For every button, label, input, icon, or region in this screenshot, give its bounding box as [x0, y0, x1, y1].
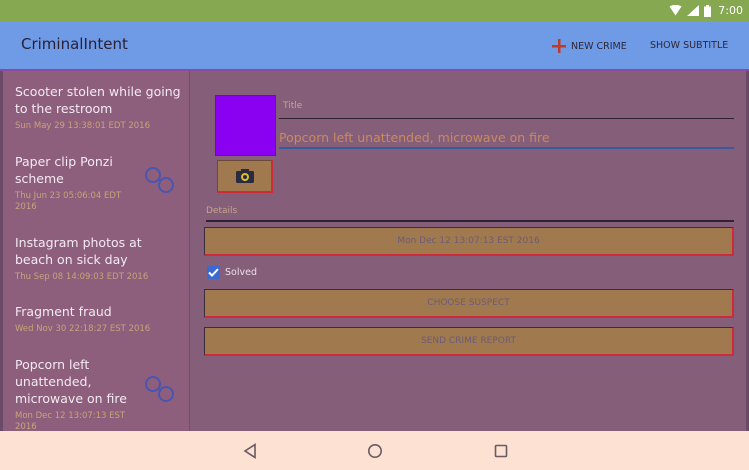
crime-title: Paper clip Ponzi scheme: [15, 154, 113, 186]
crime-list[interactable]: Scooter stolen while going to the restro…: [3, 71, 189, 431]
crime-title: Instagram photos at beach on sick day: [15, 235, 142, 267]
app-title: CriminalIntent: [21, 35, 128, 53]
handcuffs-icon: [145, 167, 174, 193]
crime-date: Mon Dec 12 13:07:13 EST 2016: [15, 411, 126, 431]
crime-date: Wed Nov 30 22:18:27 EST 2016: [15, 324, 151, 334]
title-field-underline: [279, 147, 734, 149]
solved-label: Solved: [225, 266, 257, 278]
crime-list-item[interactable]: Instagram photos at beach on sick day Th…: [15, 234, 165, 283]
handcuffs-icon: [145, 376, 174, 402]
crime-list-item[interactable]: Paper clip Ponzi scheme Thu Jun 23 05:06…: [15, 153, 143, 213]
crime-title: Popcorn left unattended, microwave on fi…: [15, 357, 127, 406]
recents-button[interactable]: [490, 440, 512, 462]
crime-list-item[interactable]: Popcorn left unattended, microwave on fi…: [15, 356, 137, 431]
crime-title: Scooter stolen while going to the restro…: [15, 84, 181, 116]
crime-title-field[interactable]: [279, 129, 734, 146]
crime-list-item[interactable]: Fragment fraud Wed Nov 30 22:18:27 EST 2…: [15, 303, 185, 335]
signal-icon: [687, 5, 700, 16]
camera-icon: [235, 169, 254, 183]
crime-photo: [215, 95, 276, 156]
crime-date: Sun May 29 13:38:01 EDT 2016: [15, 121, 150, 131]
show-subtitle-button[interactable]: SHOW SUBTITLE: [650, 40, 728, 51]
choose-suspect-button[interactable]: CHOOSE SUSPECT: [204, 289, 734, 318]
details-divider: [206, 220, 734, 222]
recents-icon: [494, 444, 508, 458]
status-time: 7:00: [718, 4, 743, 17]
title-divider: [279, 118, 734, 119]
status-bar: 7:00: [0, 0, 749, 21]
home-icon: [368, 444, 382, 458]
crime-list-item[interactable]: Scooter stolen while going to the restro…: [15, 83, 185, 132]
camera-button[interactable]: [217, 160, 273, 193]
crime-date: Thu Jun 23 05:06:04 EDT 2016: [15, 191, 122, 212]
crime-title: Fragment fraud: [15, 304, 112, 319]
wifi-icon: [669, 5, 682, 16]
home-button[interactable]: [364, 440, 386, 462]
crime-date-button[interactable]: Mon Dec 12 13:07:13 EST 2016: [204, 227, 734, 256]
new-crime-label: NEW CRIME: [571, 40, 627, 52]
navigation-bar: [0, 431, 749, 470]
solved-checkbox[interactable]: Solved: [207, 265, 257, 279]
back-button[interactable]: [239, 440, 261, 462]
app-bar: CriminalIntent NEW CRIME SHOW SUBTITLE: [0, 21, 749, 69]
battery-icon: [704, 4, 712, 17]
title-label: Title: [283, 101, 303, 111]
status-icons: 7:00: [669, 3, 743, 18]
checkbox-checked-icon: [207, 265, 220, 279]
add-icon: [552, 39, 566, 53]
crime-date: Thu Sep 08 14:09:03 EDT 2016: [15, 272, 149, 282]
back-icon: [243, 443, 256, 459]
new-crime-button[interactable]: NEW CRIME: [552, 38, 627, 54]
send-report-button[interactable]: SEND CRIME REPORT: [204, 327, 734, 356]
details-label: Details: [206, 206, 238, 216]
